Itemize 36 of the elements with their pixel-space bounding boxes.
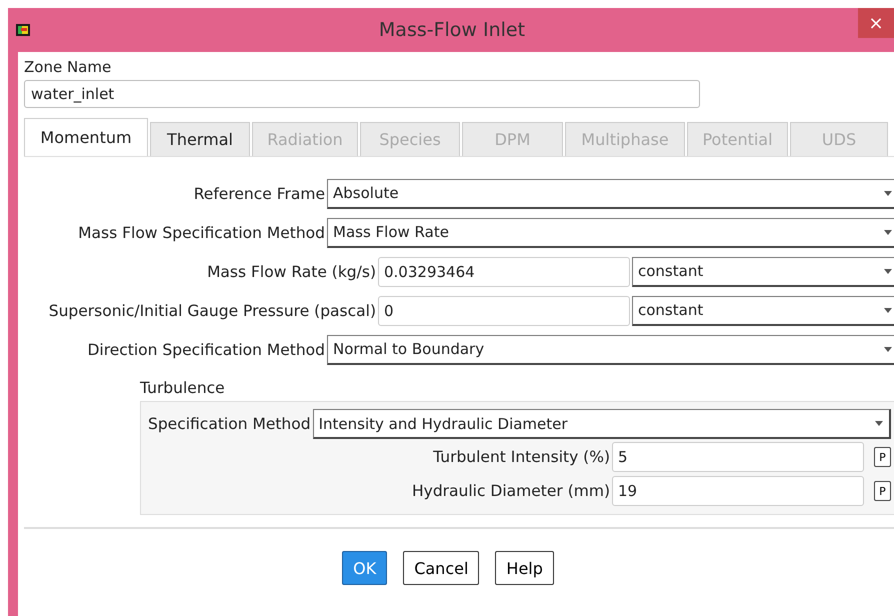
- dialog-button[interactable]: Help: [495, 551, 554, 585]
- dropdown[interactable]: constant: [632, 256, 894, 286]
- tab[interactable]: Momentum: [24, 118, 148, 156]
- value-field[interactable]: 19: [612, 476, 864, 506]
- dropdown[interactable]: Normal to Boundary: [327, 334, 894, 364]
- dropdown-arrow-icon: [884, 230, 892, 234]
- dropdown[interactable]: Absolute: [327, 178, 894, 208]
- field-label: Hydraulic Diameter (mm): [410, 482, 610, 500]
- value-field[interactable]: 0: [378, 296, 630, 326]
- window-title: Mass-Flow Inlet: [378, 19, 526, 41]
- dropdown[interactable]: Mass Flow Rate: [327, 218, 894, 248]
- field-label: Direction Specification Method: [86, 340, 325, 358]
- tab[interactable]: Thermal: [150, 122, 250, 156]
- dialog-button[interactable]: Cancel: [403, 551, 480, 585]
- parameter-button[interactable]: P: [874, 447, 891, 467]
- dropdown[interactable]: constant: [632, 296, 894, 326]
- value-field[interactable]: 5: [612, 442, 864, 472]
- zone-name-label: Zone Name: [24, 58, 112, 78]
- field-label: Specification Method: [148, 415, 311, 433]
- field-label: Mass Flow Rate (kg/s): [206, 262, 376, 280]
- dropdown-arrow-icon: [875, 421, 883, 426]
- dropdown[interactable]: Intensity and Hydraulic Diameter: [312, 409, 891, 439]
- field-label: Reference Frame: [192, 184, 325, 202]
- field-label: Mass Flow Specification Method: [77, 224, 325, 242]
- dropdown-arrow-icon: [884, 346, 892, 352]
- field-label: Supersonic/Initial Gauge Pressure (pascal): [48, 302, 376, 320]
- dropdown-arrow-icon: [884, 268, 892, 274]
- close-button[interactable]: ×: [858, 8, 894, 38]
- field-label: Turbulent Intensity (%): [432, 448, 610, 466]
- zone-name-field[interactable]: water_inlet: [24, 80, 700, 108]
- dropdown-arrow-icon: [884, 308, 892, 312]
- app-icon: [16, 24, 30, 36]
- dropdown-arrow-icon: [884, 190, 892, 196]
- parameter-button[interactable]: P: [874, 481, 891, 501]
- value-field[interactable]: 0.03293464: [378, 256, 630, 286]
- group-title: Turbulence: [140, 379, 226, 397]
